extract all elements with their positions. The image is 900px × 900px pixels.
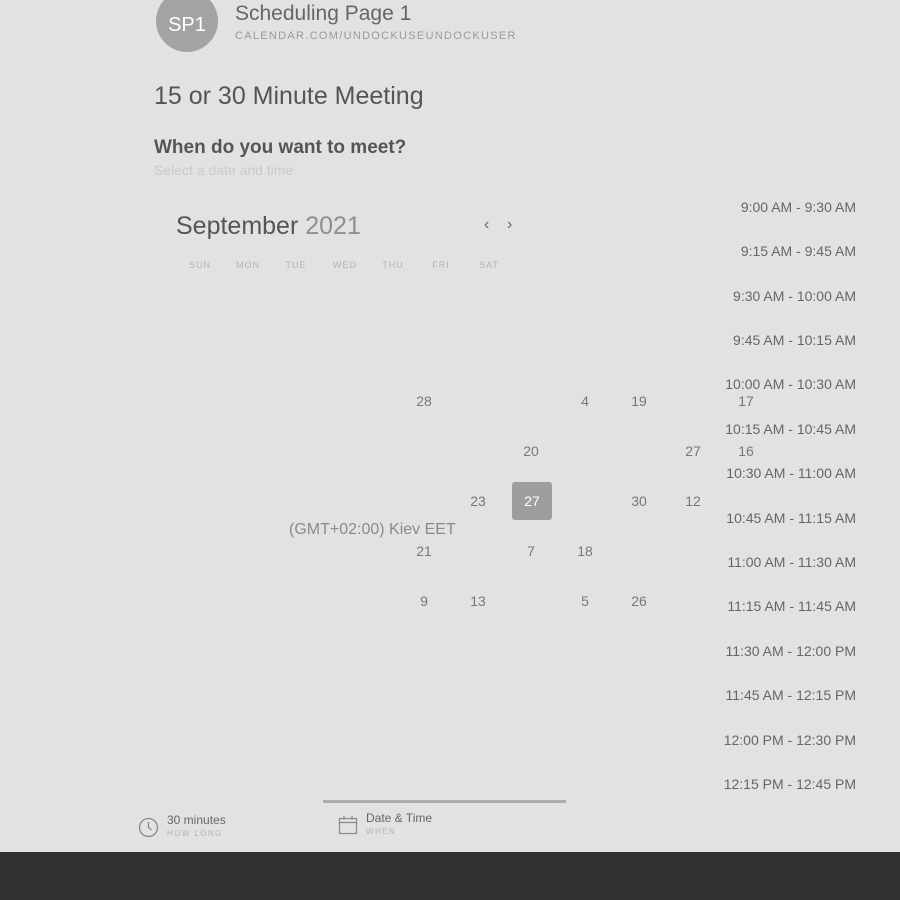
calendar-day[interactable]: 26 <box>619 582 659 620</box>
year: 2021 <box>305 212 361 240</box>
calendar-day-selected[interactable]: 27 <box>512 482 552 520</box>
time-slot[interactable]: 11:45 AM - 12:15 PM <box>726 687 856 703</box>
time-slot[interactable]: 9:00 AM - 9:30 AM <box>741 199 856 215</box>
time-slot[interactable]: 10:15 AM - 10:45 AM <box>725 421 856 437</box>
scheduling-page-url[interactable]: CALENDAR.COM/UNDOCKUSEUNDOCKUSER <box>235 30 517 42</box>
calendar-day[interactable]: 7 <box>511 532 551 570</box>
calendar-day[interactable]: 13 <box>458 582 498 620</box>
meet-question: When do you want to meet? <box>154 137 407 158</box>
time-slot[interactable]: 10:45 AM - 11:15 AM <box>726 510 856 526</box>
calendar-day[interactable]: 20 <box>511 432 551 470</box>
calendar-day[interactable]: 28 <box>404 382 444 420</box>
calendar-day[interactable]: 18 <box>565 532 605 570</box>
weekday-sun: SUN <box>188 260 211 270</box>
calendar-day[interactable]: 19 <box>619 382 659 420</box>
time-slot[interactable]: 12:15 PM - 12:45 PM <box>724 776 856 792</box>
timezone-selector[interactable]: (GMT+02:00) Kiev EET <box>289 521 456 539</box>
chevron-left-icon[interactable]: ‹ <box>484 216 489 234</box>
month-name: September <box>176 212 299 240</box>
calendar-day[interactable]: 9 <box>404 582 444 620</box>
duration-sublabel: HOW LONG <box>167 829 223 838</box>
time-slot[interactable]: 10:00 AM - 10:30 AM <box>725 376 856 392</box>
duration-label: 30 minutes <box>167 813 226 827</box>
time-slot[interactable]: 9:45 AM - 10:15 AM <box>733 332 856 348</box>
chevron-right-icon[interactable]: › <box>507 216 512 234</box>
weekday-sat: SAT <box>479 260 499 270</box>
weekday-thu: THU <box>382 260 404 270</box>
scheduling-page-name: Scheduling Page 1 <box>235 2 412 25</box>
weekday-mon: MON <box>236 260 260 270</box>
avatar: SP1 <box>156 0 218 52</box>
calendar-day[interactable]: 30 <box>619 482 659 520</box>
calendar-day[interactable]: 5 <box>565 582 605 620</box>
time-slot[interactable]: 11:00 AM - 11:30 AM <box>727 554 856 570</box>
weekday-fri: FRI <box>432 260 450 270</box>
calendar-day[interactable]: 4 <box>565 382 605 420</box>
calendar-day[interactable]: 27 <box>673 432 713 470</box>
calendar-month-label: September 2021 <box>176 212 361 241</box>
duration-step[interactable]: 30 minutes HOW LONG <box>138 813 226 843</box>
calendar-day[interactable]: 23 <box>458 482 498 520</box>
weekday-wed: WED <box>333 260 357 270</box>
meeting-title: 15 or 30 Minute Meeting <box>154 82 424 110</box>
datetime-step[interactable]: Date & Time WHEN <box>338 811 432 840</box>
weekday-tue: TUE <box>285 260 307 270</box>
time-slot[interactable]: 9:15 AM - 9:45 AM <box>741 243 856 259</box>
clock-icon <box>138 817 159 843</box>
bottom-bar <box>0 852 900 900</box>
datetime-sublabel: WHEN <box>366 827 397 836</box>
time-slot[interactable]: 10:30 AM - 11:00 AM <box>726 465 856 481</box>
time-slot[interactable]: 9:30 AM - 10:00 AM <box>733 288 856 304</box>
time-slot[interactable]: 11:30 AM - 12:00 PM <box>726 643 856 659</box>
calendar-day[interactable]: 12 <box>673 482 713 520</box>
datetime-label: Date & Time <box>366 811 433 825</box>
time-slot[interactable]: 11:15 AM - 11:45 AM <box>727 598 856 614</box>
time-slot[interactable]: 12:00 PM - 12:30 PM <box>724 732 856 748</box>
calendar-icon <box>338 815 358 840</box>
meet-subtext: Select a date and time <box>154 162 294 178</box>
active-step-indicator <box>323 800 566 803</box>
